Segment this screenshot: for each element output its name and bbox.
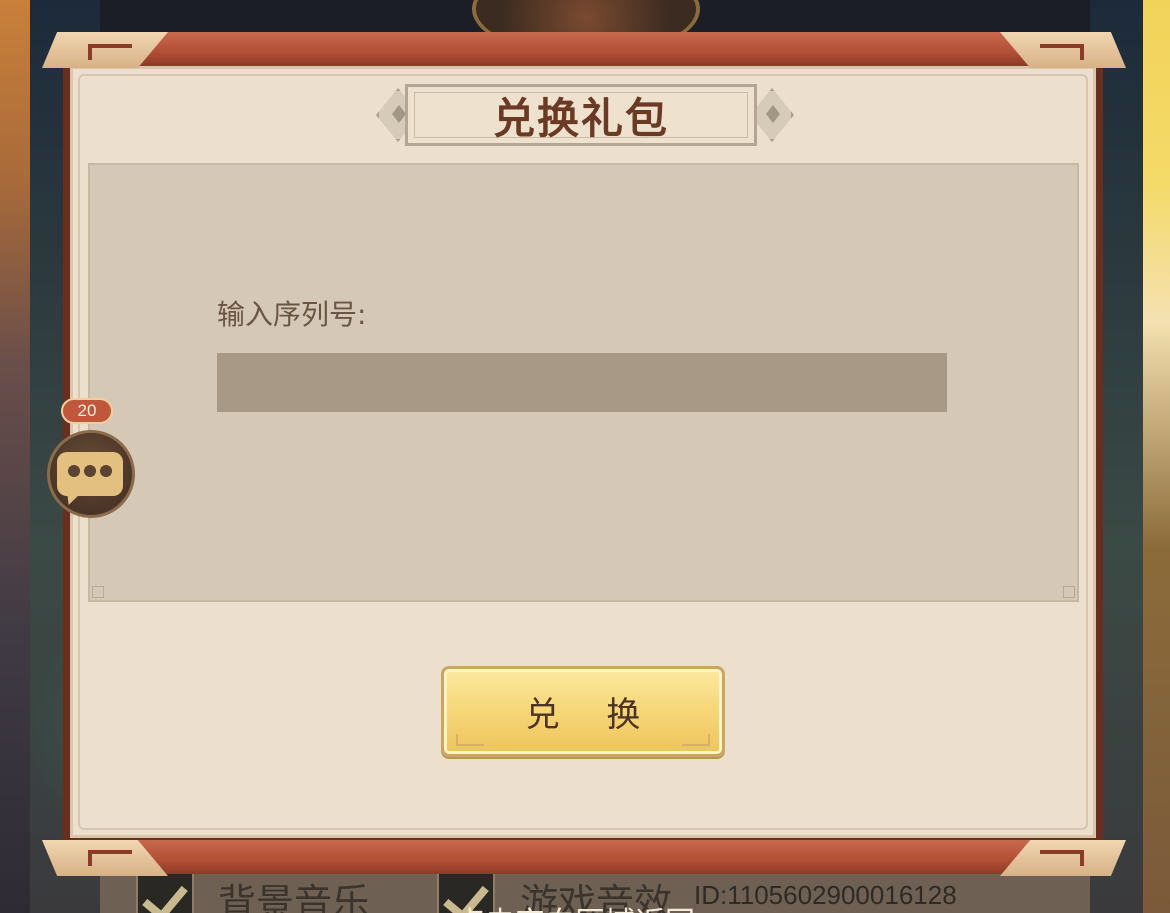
frame-ornament-icon	[88, 44, 132, 60]
background-right-edge	[1143, 0, 1170, 913]
panel-corner-ornament	[1063, 586, 1075, 598]
frame-bottom-bar	[42, 840, 1126, 874]
player-id: ID:1105602900016128	[694, 880, 957, 910]
music-label: 背景音乐	[218, 881, 371, 913]
serial-number-input[interactable]	[217, 353, 947, 412]
game-screen: 背景音乐 游戏音效 ID:1105602900016128 点击空白区域返回 兑…	[0, 0, 1170, 913]
chat-dot-icon	[84, 465, 96, 477]
frame-top-bar	[42, 32, 1126, 66]
redeem-button-label: 兑 换	[525, 695, 659, 735]
redeem-button[interactable]: 兑 换	[441, 666, 725, 757]
serial-input-label: 输入序列号:	[217, 298, 367, 331]
button-ornament-icon	[456, 734, 484, 746]
music-checkbox[interactable]	[136, 870, 194, 913]
button-ornament-icon	[682, 734, 710, 746]
background-left-edge	[0, 0, 30, 913]
chat-unread-badge: 20	[61, 398, 113, 424]
panel-corner-ornament	[92, 586, 104, 598]
frame-ornament-icon	[88, 850, 132, 866]
frame-ornament-icon	[1040, 44, 1084, 60]
chat-dot-icon	[68, 465, 80, 477]
chat-dot-icon	[100, 465, 112, 477]
dialog-title: 兑换礼包	[492, 93, 669, 143]
frame-ornament-icon	[1040, 850, 1084, 866]
close-hint-text: 点击空白区域返回	[455, 898, 695, 913]
